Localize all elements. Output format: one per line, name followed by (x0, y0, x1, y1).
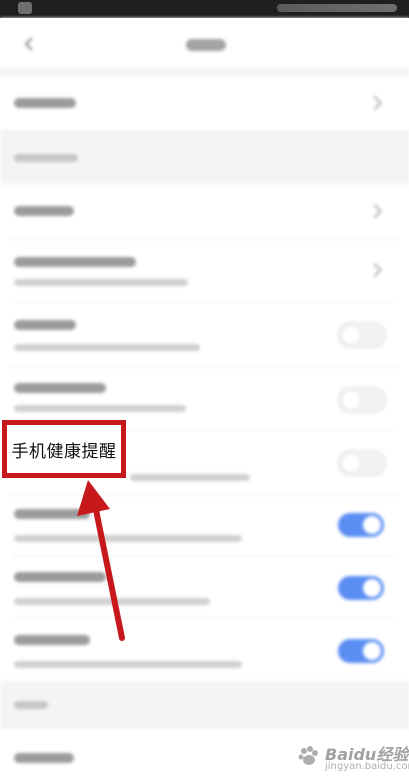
row-title (14, 320, 76, 330)
highlighted-setting[interactable]: 手机健康提醒 (2, 420, 126, 478)
baidu-watermark: Baidu经验 jingyan.baidu.com (295, 740, 409, 774)
row-subtitle (14, 661, 242, 668)
settings-row-toggle-6[interactable] (0, 619, 409, 681)
row-subtitle (14, 344, 200, 351)
section-gap (0, 68, 409, 76)
row-title (14, 572, 106, 582)
watermark-url: jingyan.baidu.com (325, 761, 409, 772)
row-subtitle (14, 535, 242, 542)
section-header-label (14, 701, 48, 709)
app-bar (0, 18, 409, 68)
settings-row-toggle-5[interactable] (0, 556, 409, 618)
row-title (14, 206, 74, 216)
row-subtitle (14, 279, 188, 286)
toggle-switch-5[interactable] (338, 576, 384, 600)
chevron-right-icon (367, 203, 383, 219)
settings-row-b[interactable] (0, 239, 409, 301)
settings-row-toggle-4[interactable] (0, 495, 409, 555)
toggle-switch-3[interactable] (338, 450, 386, 476)
toggle-switch-4[interactable] (338, 513, 384, 537)
chevron-right-icon (367, 262, 383, 278)
settings-row-toggle-1[interactable] (0, 302, 409, 366)
row-subtitle (14, 598, 210, 605)
row-title (14, 98, 76, 108)
section-header-label (14, 154, 78, 162)
settings-row-a[interactable] (0, 184, 409, 238)
toggle-switch-2[interactable] (338, 387, 386, 413)
row-title (14, 753, 74, 763)
baidu-paw-icon (298, 746, 318, 765)
screen: 手机健康提醒 Baidu经验 jingyan.baidu.com (0, 0, 409, 780)
blurred-settings-page (0, 0, 409, 780)
chevron-right-icon (367, 95, 383, 111)
page-title (186, 39, 226, 51)
row-title (14, 383, 106, 393)
settings-row-top[interactable] (0, 76, 409, 130)
row-title (14, 635, 90, 645)
toggle-switch-1[interactable] (338, 322, 386, 348)
row-title (14, 257, 136, 267)
toggle-switch-6[interactable] (338, 639, 384, 663)
back-arrow-icon[interactable] (22, 36, 38, 52)
row-subtitle (14, 405, 186, 412)
section-header (0, 130, 409, 184)
row-subtitle (130, 474, 250, 481)
row-title (14, 509, 90, 519)
highlighted-setting-label: 手机健康提醒 (11, 441, 117, 462)
section-header (0, 681, 409, 729)
